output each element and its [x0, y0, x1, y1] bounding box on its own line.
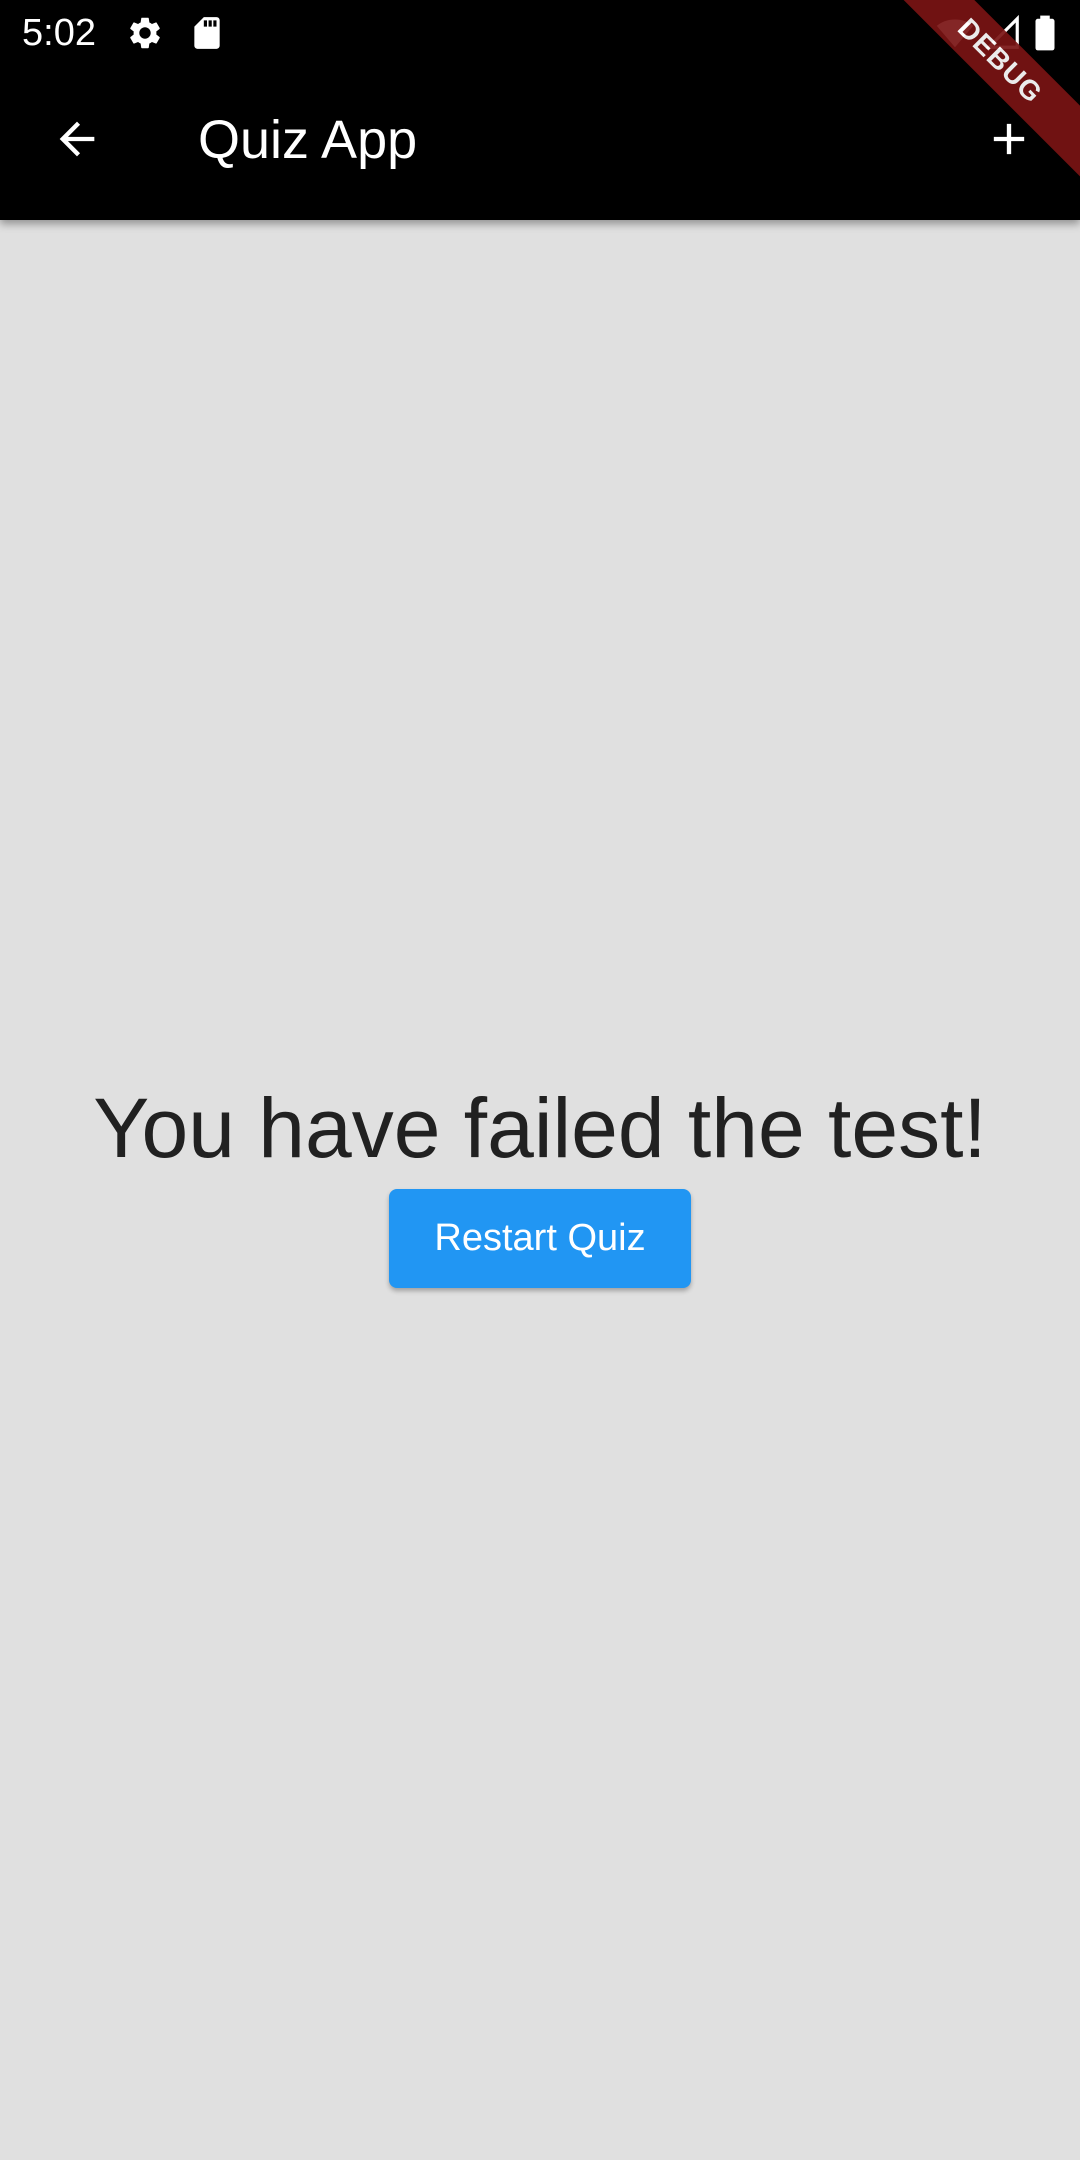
back-button[interactable] — [40, 102, 114, 176]
app-bar: Quiz App — [0, 66, 1080, 220]
settings-icon — [126, 14, 164, 52]
content-area: You have failed the test! Restart Quiz — [0, 220, 1080, 2160]
sd-card-icon — [188, 14, 226, 52]
restart-quiz-button[interactable]: Restart Quiz — [389, 1189, 691, 1288]
battery-icon — [1030, 14, 1060, 52]
result-message: You have failed the test! — [93, 1081, 987, 1175]
status-time: 5:02 — [22, 12, 96, 54]
arrow-back-icon — [59, 121, 95, 157]
screen: 5:02 Quiz App DEBUG You have failed the … — [0, 0, 1080, 2160]
app-title: Quiz App — [198, 110, 418, 170]
